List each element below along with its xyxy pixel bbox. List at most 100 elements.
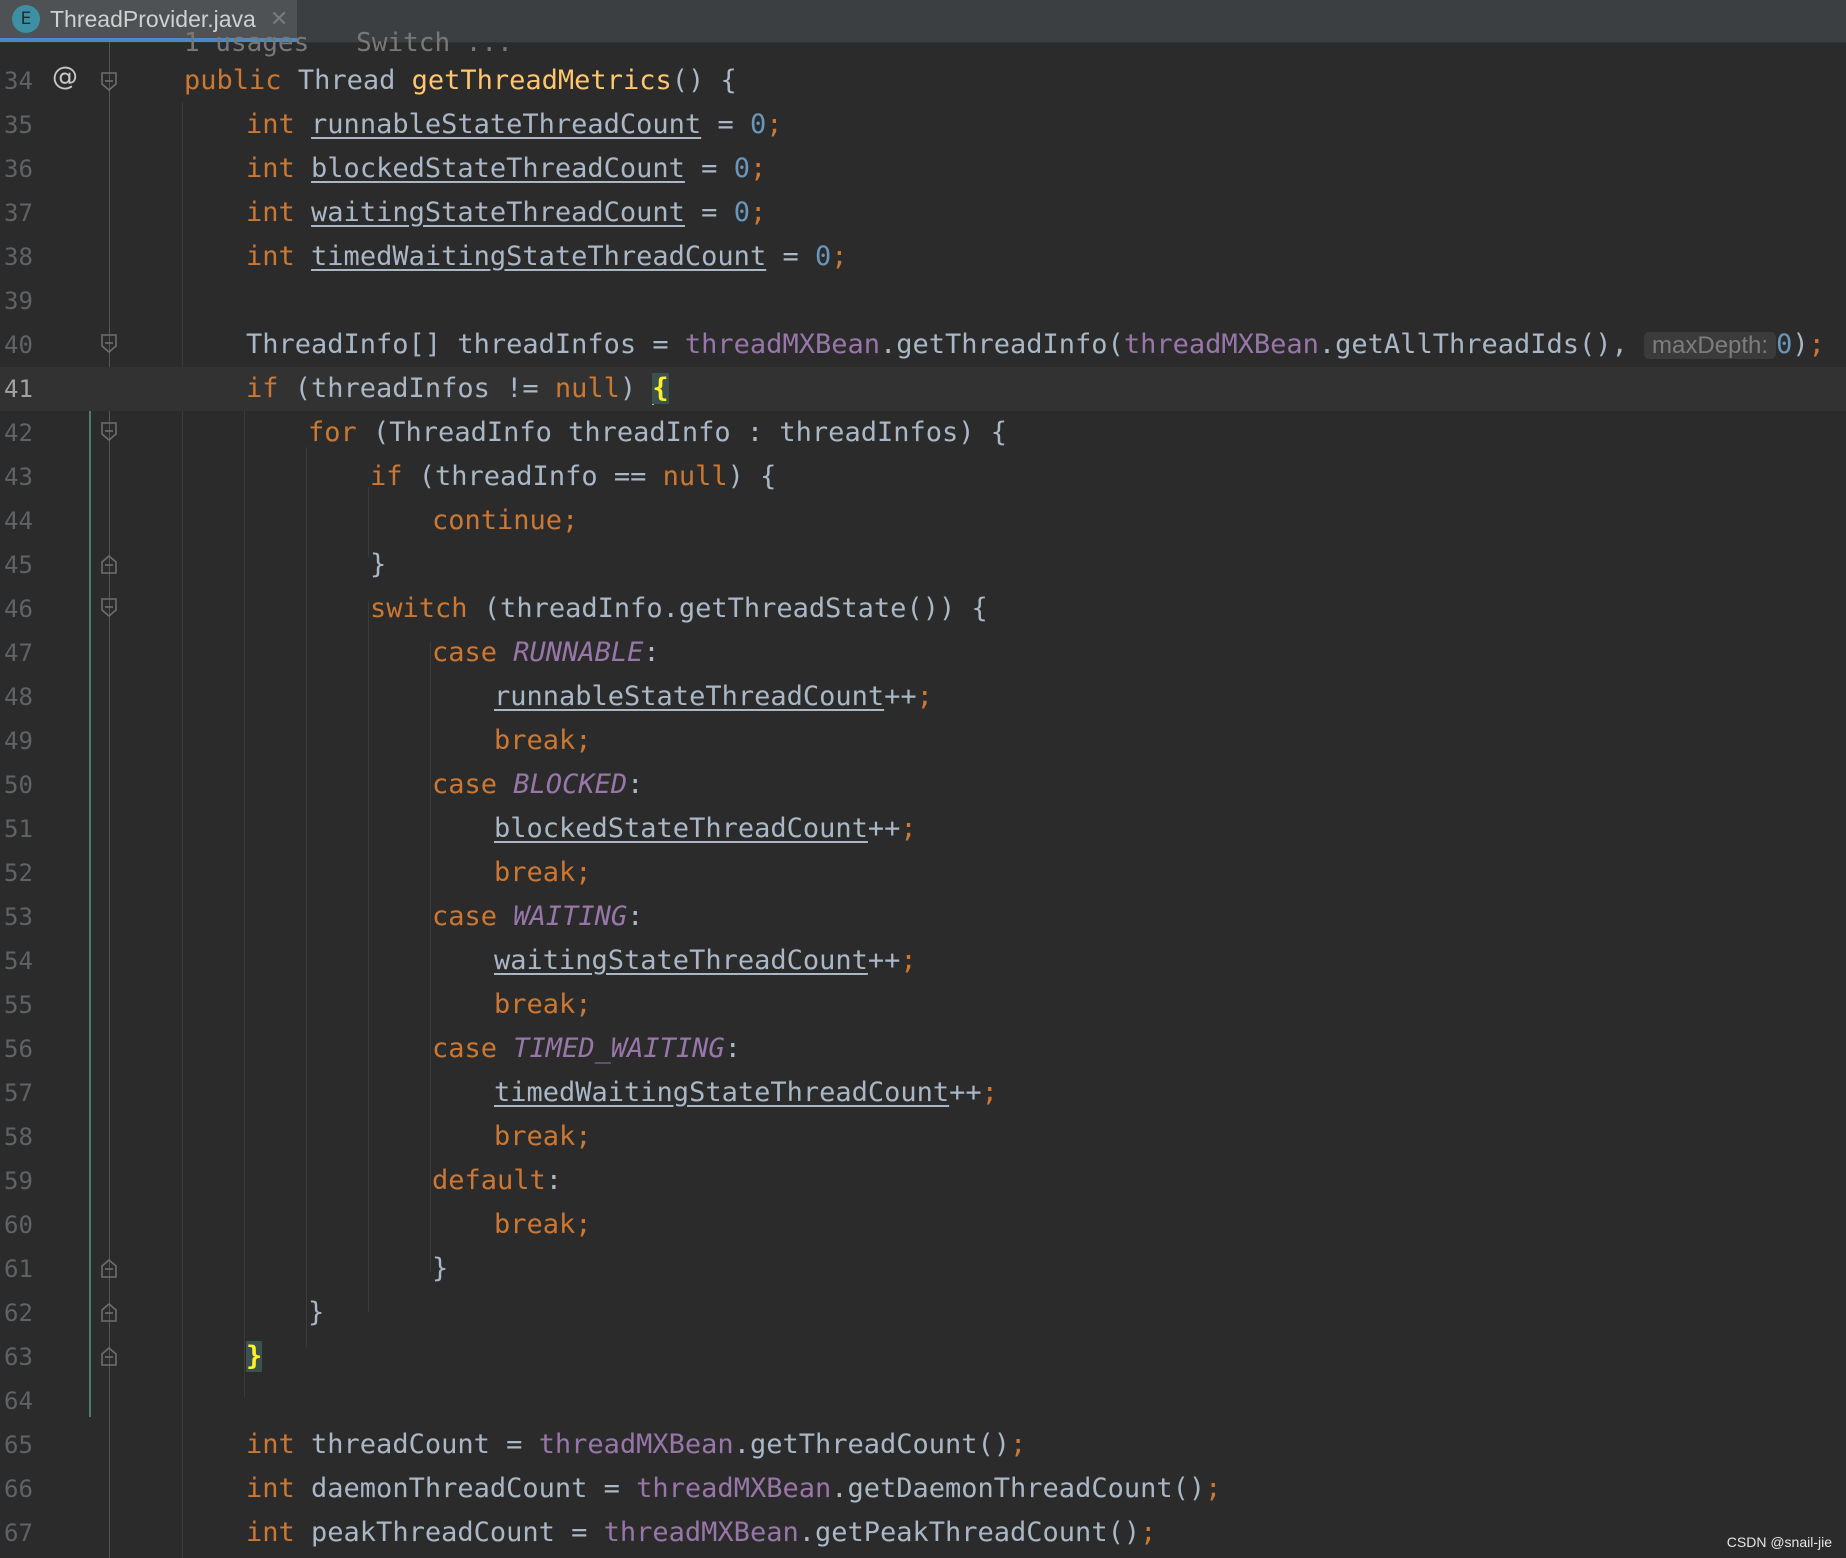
- code-line[interactable]: 51 blockedStateThreadCount++;: [0, 807, 1846, 851]
- code-line[interactable]: 48 runnableStateThreadCount++;: [0, 675, 1846, 719]
- code-line[interactable]: 64: [0, 1379, 1846, 1423]
- line-number: 35: [4, 111, 33, 139]
- line-number: 36: [4, 155, 33, 183]
- code-text[interactable]: case WAITING:: [432, 895, 643, 939]
- line-number: 62: [4, 1299, 33, 1327]
- code-text[interactable]: break;: [494, 1203, 592, 1247]
- line-number: 42: [4, 419, 33, 447]
- code-text[interactable]: for (ThreadInfo threadInfo : threadInfos…: [308, 411, 1007, 455]
- line-number: 46: [4, 595, 33, 623]
- line-number: 67: [4, 1519, 33, 1547]
- code-line[interactable]: 35 int runnableStateThreadCount = 0;: [0, 103, 1846, 147]
- code-line[interactable]: 59 default:: [0, 1159, 1846, 1203]
- code-text[interactable]: break;: [494, 719, 592, 763]
- code-text[interactable]: int threadCount = threadMXBean.getThread…: [246, 1423, 1026, 1467]
- code-text[interactable]: waitingStateThreadCount++;: [494, 939, 917, 983]
- code-line[interactable]: 43 if (threadInfo == null) {: [0, 455, 1846, 499]
- code-text[interactable]: if (threadInfo == null) {: [370, 455, 776, 499]
- code-text[interactable]: runnableStateThreadCount++;: [494, 675, 933, 719]
- line-number: 38: [4, 243, 33, 271]
- code-text[interactable]: continue;: [432, 499, 578, 543]
- code-text[interactable]: }: [370, 543, 386, 587]
- line-number: 44: [4, 507, 33, 535]
- watermark-text: CSDN @snail-jie: [1726, 1534, 1832, 1550]
- code-text[interactable]: case TIMED_WAITING:: [432, 1027, 741, 1071]
- parameter-hint: maxDepth:: [1644, 332, 1777, 359]
- code-text[interactable]: case BLOCKED:: [432, 763, 643, 807]
- code-text[interactable]: }: [246, 1335, 263, 1379]
- line-number: 49: [4, 727, 33, 755]
- line-number: 43: [4, 463, 33, 491]
- line-number: 53: [4, 903, 33, 931]
- line-number: 34: [4, 67, 33, 95]
- code-text[interactable]: int runnableStateThreadCount = 0;: [246, 103, 783, 147]
- matched-brace: {: [652, 373, 669, 404]
- code-text[interactable]: blockedStateThreadCount++;: [494, 807, 917, 851]
- code-text[interactable]: break;: [494, 851, 592, 895]
- code-editor[interactable]: 1 usages Switch ... @ 34 public Thread g…: [0, 28, 1846, 1558]
- line-number: 63: [4, 1343, 33, 1371]
- line-number: 66: [4, 1475, 33, 1503]
- code-text[interactable]: default:: [432, 1159, 562, 1203]
- line-number: 58: [4, 1123, 33, 1151]
- code-line[interactable]: 56 case TIMED_WAITING:: [0, 1027, 1846, 1071]
- line-number: 37: [4, 199, 33, 227]
- code-text[interactable]: timedWaitingStateThreadCount++;: [494, 1071, 998, 1115]
- code-line[interactable]: 37 int waitingStateThreadCount = 0;: [0, 191, 1846, 235]
- line-number: 40: [4, 331, 33, 359]
- code-text[interactable]: }: [308, 1291, 324, 1335]
- line-number: 39: [4, 287, 33, 315]
- code-line[interactable]: 36 int blockedStateThreadCount = 0;: [0, 147, 1846, 191]
- code-line[interactable]: 60 break;: [0, 1203, 1846, 1247]
- code-line[interactable]: 57 timedWaitingStateThreadCount++;: [0, 1071, 1846, 1115]
- code-text[interactable]: int waitingStateThreadCount = 0;: [246, 191, 766, 235]
- code-line[interactable]: 44 continue;: [0, 499, 1846, 543]
- code-line[interactable]: 42 for (ThreadInfo threadInfo : threadIn…: [0, 411, 1846, 455]
- codelens-hint[interactable]: 1 usages Switch ...: [184, 28, 513, 60]
- line-number: 48: [4, 683, 33, 711]
- code-text[interactable]: case RUNNABLE:: [432, 631, 660, 675]
- code-text[interactable]: ThreadInfo[] threadInfos = threadMXBean.…: [246, 323, 1825, 368]
- line-number: 65: [4, 1431, 33, 1459]
- code-line[interactable]: 67 int peakThreadCount = threadMXBean.ge…: [0, 1511, 1846, 1555]
- line-number: 51: [4, 815, 33, 843]
- code-line[interactable]: 45 }: [0, 543, 1846, 587]
- code-line[interactable]: 63 }: [0, 1335, 1846, 1379]
- code-text[interactable]: int peakThreadCount = threadMXBean.getPe…: [246, 1511, 1156, 1555]
- code-line[interactable]: 62 }: [0, 1291, 1846, 1335]
- code-line[interactable]: 50 case BLOCKED:: [0, 763, 1846, 807]
- code-text[interactable]: }: [432, 1247, 448, 1291]
- code-text[interactable]: int blockedStateThreadCount = 0;: [246, 147, 766, 191]
- code-line[interactable]: 46 switch (threadInfo.getThreadState()) …: [0, 587, 1846, 631]
- code-line[interactable]: 34 public Thread getThreadMetrics() {: [0, 59, 1846, 103]
- code-text[interactable]: public Thread getThreadMetrics() {: [184, 59, 737, 103]
- line-number: 47: [4, 639, 33, 667]
- code-text[interactable]: break;: [494, 983, 592, 1027]
- code-text[interactable]: int timedWaitingStateThreadCount = 0;: [246, 235, 848, 279]
- code-line[interactable]: 53 case WAITING:: [0, 895, 1846, 939]
- code-line[interactable]: 40 ThreadInfo[] threadInfos = threadMXBe…: [0, 323, 1846, 367]
- current-code-line[interactable]: 41 if (threadInfos != null) {: [0, 367, 1846, 411]
- code-line[interactable]: 39: [0, 279, 1846, 323]
- code-line[interactable]: 66 int daemonThreadCount = threadMXBean.…: [0, 1467, 1846, 1511]
- code-line[interactable]: 65 int threadCount = threadMXBean.getThr…: [0, 1423, 1846, 1467]
- code-line[interactable]: 47 case RUNNABLE:: [0, 631, 1846, 675]
- code-text[interactable]: switch (threadInfo.getThreadState()) {: [370, 587, 988, 631]
- code-line[interactable]: 58 break;: [0, 1115, 1846, 1159]
- line-number: 56: [4, 1035, 33, 1063]
- code-line[interactable]: 52 break;: [0, 851, 1846, 895]
- line-number: 59: [4, 1167, 33, 1195]
- line-number: 61: [4, 1255, 33, 1283]
- code-line[interactable]: 54 waitingStateThreadCount++;: [0, 939, 1846, 983]
- code-line[interactable]: 55 break;: [0, 983, 1846, 1027]
- code-line[interactable]: 49 break;: [0, 719, 1846, 763]
- code-text[interactable]: int daemonThreadCount = threadMXBean.get…: [246, 1467, 1221, 1511]
- matched-brace: }: [246, 1341, 263, 1372]
- code-line[interactable]: 38 int timedWaitingStateThreadCount = 0;: [0, 235, 1846, 279]
- code-line[interactable]: 61 }: [0, 1247, 1846, 1291]
- code-text[interactable]: if (threadInfos != null) {: [246, 367, 669, 411]
- ide-window: E ThreadProvider.java ✕ 1 usages Switch …: [0, 0, 1846, 1558]
- line-number: 60: [4, 1211, 33, 1239]
- code-text[interactable]: break;: [494, 1115, 592, 1159]
- line-number: 50: [4, 771, 33, 799]
